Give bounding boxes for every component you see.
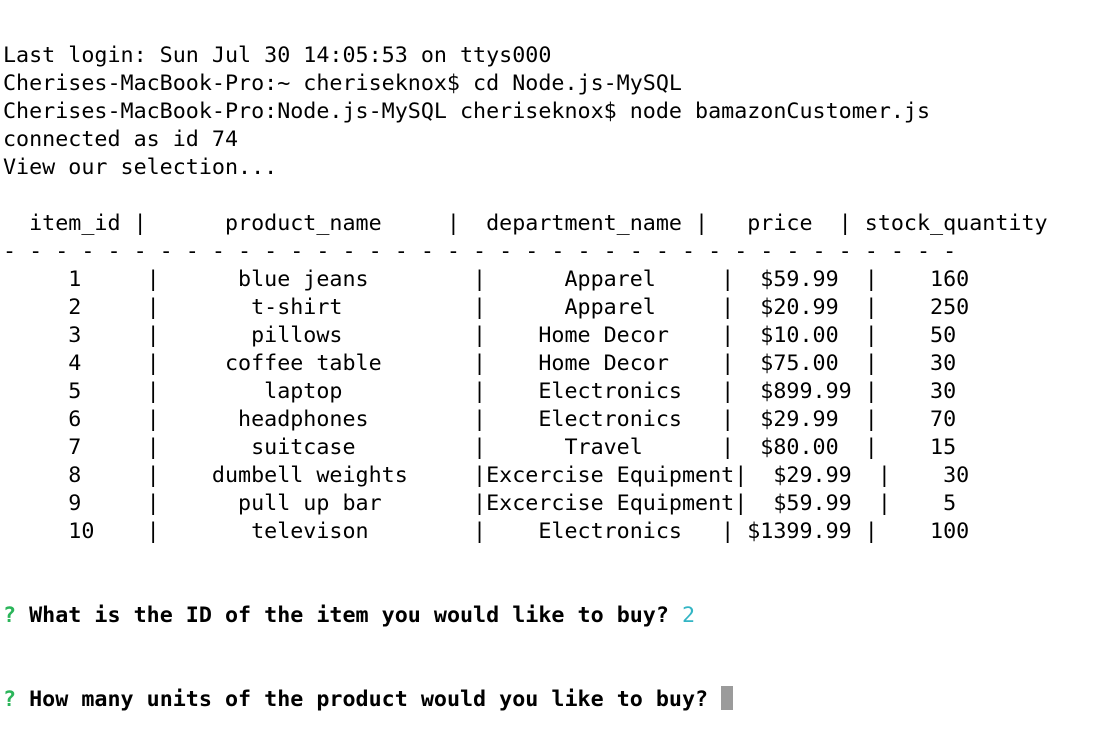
prompt-question-mark: ? (3, 603, 17, 628)
prompt-answer: 2 (681, 603, 696, 628)
prompt-question-mark: ? (3, 687, 17, 712)
prompt-units: ? How many units of the product would yo… (3, 686, 1114, 714)
terminal-line: 4 | coffee table | Home Decor | $75.00 |… (3, 351, 957, 376)
terminal-line: 3 | pillows | Home Decor | $10.00 | 50 (3, 323, 957, 348)
terminal-line: 5 | laptop | Electronics | $899.99 | 30 (3, 379, 957, 404)
terminal-line: 1 | blue jeans | Apparel | $59.99 | 160 (3, 267, 970, 292)
terminal-window[interactable]: Last login: Sun Jul 30 14:05:53 on ttys0… (3, 0, 1114, 742)
terminal-line: 6 | headphones | Electronics | $29.99 | … (3, 407, 957, 432)
terminal-line: Last login: Sun Jul 30 14:05:53 on ttys0… (3, 43, 552, 68)
prompt-item-id: ? What is the ID of the item you would l… (3, 602, 1114, 630)
terminal-line: - - - - - - - - - - - - - - - - - - - - … (3, 239, 957, 264)
terminal-line: connected as id 74 (3, 127, 239, 152)
terminal-line: 7 | suitcase | Travel | $80.00 | 15 (3, 435, 957, 460)
terminal-cursor[interactable] (721, 686, 734, 710)
prompt-question-text: What is the ID of the item you would lik… (29, 603, 669, 628)
terminal-line: 8 | dumbell weights |Excercise Equipment… (3, 463, 970, 488)
terminal-output: Last login: Sun Jul 30 14:05:53 on ttys0… (3, 42, 1114, 546)
terminal-line: 2 | t-shirt | Apparel | $20.99 | 250 (3, 295, 970, 320)
terminal-line: View our selection... (3, 155, 278, 180)
terminal-line: Cherises-MacBook-Pro:Node.js-MySQL cheri… (3, 99, 931, 124)
prompt-question-text: How many units of the product would you … (29, 687, 709, 712)
terminal-line: 10 | televison | Electronics | $1399.99 … (3, 519, 970, 544)
terminal-line: item_id | product_name | department_name… (3, 211, 1048, 236)
terminal-line: 9 | pull up bar |Excercise Equipment| $5… (3, 491, 957, 516)
terminal-line: Cherises-MacBook-Pro:~ cheriseknox$ cd N… (3, 71, 682, 96)
